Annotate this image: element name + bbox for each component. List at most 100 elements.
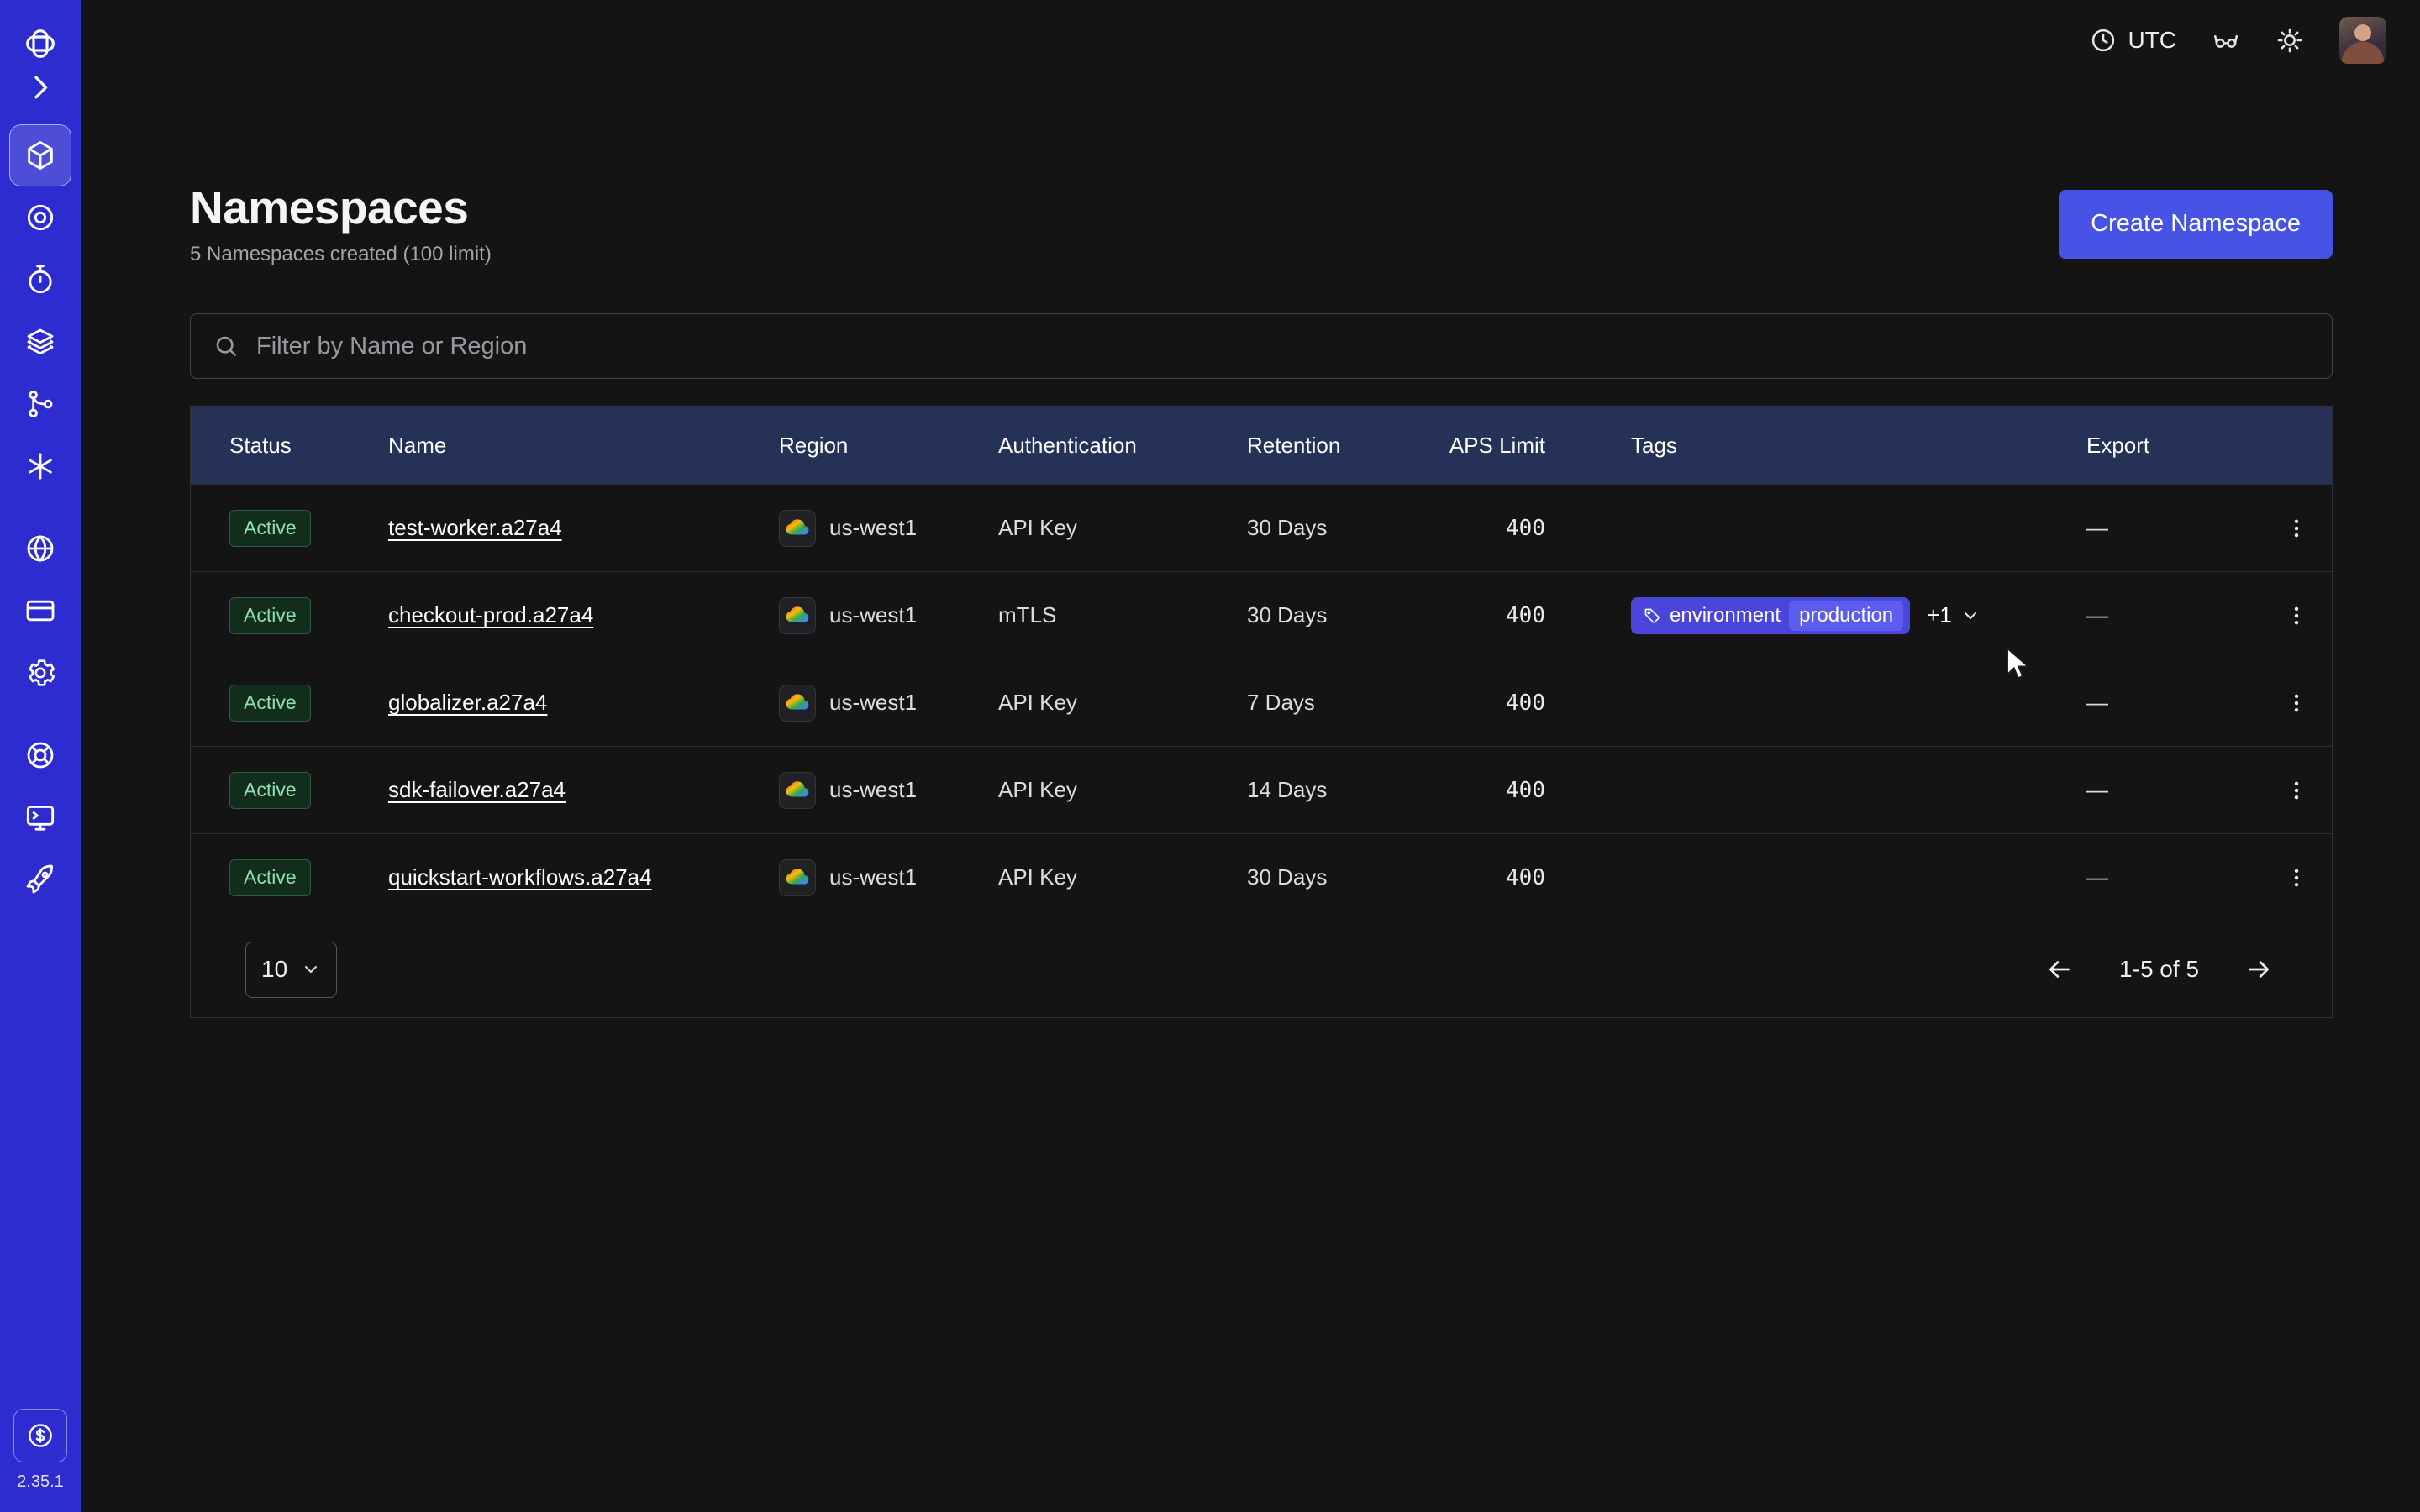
theme-toggle-button[interactable]: [2275, 26, 2304, 55]
sidebar-item-support[interactable]: [9, 724, 71, 786]
export-value: —: [2086, 777, 2258, 803]
tag-icon: [1643, 606, 1661, 625]
rocket-icon: [24, 863, 57, 896]
topbar: UTC: [81, 0, 2420, 81]
main-column: UTC Namespaces 5 Namespaces cr: [81, 0, 2420, 1512]
namespace-link[interactable]: checkout-prod.a27a4: [388, 602, 593, 628]
region-label: us-west1: [829, 864, 917, 890]
row-actions-menu-button[interactable]: [2285, 779, 2308, 802]
sidebar-item-namespaces[interactable]: [9, 124, 71, 186]
pagination: 1-5 of 5: [2045, 955, 2273, 984]
status-badge: Active: [229, 859, 311, 896]
kebab-icon: [2285, 691, 2308, 715]
more-tags-button[interactable]: +1: [1927, 602, 1981, 628]
usage-button[interactable]: [13, 1409, 67, 1462]
search-icon: [213, 333, 239, 360]
kebab-icon: [2285, 517, 2308, 540]
arrow-left-icon: [2045, 955, 2074, 984]
sidebar-item-nexus[interactable]: [9, 435, 71, 497]
google-cloud-icon: [779, 597, 816, 634]
sun-icon: [2275, 26, 2304, 55]
status-badge: Active: [229, 510, 311, 547]
auth-label: API Key: [998, 515, 1247, 541]
auth-label: API Key: [998, 777, 1247, 803]
status-badge: Active: [229, 685, 311, 722]
sidebar-item-cloud[interactable]: [9, 517, 71, 580]
sidebar-item-getting-started[interactable]: [9, 848, 71, 911]
sidebar-item-schedules[interactable]: [9, 249, 71, 311]
table-footer: 10 1-5 of 5: [191, 921, 2332, 1017]
labs-button[interactable]: [2212, 26, 2240, 55]
col-header-tags: Tags: [1631, 433, 2086, 459]
sidebar-item-settings[interactable]: [9, 642, 71, 704]
retention-label: 7 Days: [1247, 690, 1441, 716]
lifebuoy-icon: [24, 738, 57, 772]
auth-label: mTLS: [998, 602, 1247, 628]
arrow-right-icon: [2244, 955, 2273, 984]
page-subtitle: 5 Namespaces created (100 limit): [190, 243, 492, 266]
gear-icon: [24, 656, 57, 690]
row-actions-menu-button[interactable]: [2285, 866, 2308, 890]
aps-limit-value: 400: [1441, 778, 1631, 803]
branch-icon: [24, 387, 57, 421]
credit-card-icon: [24, 594, 57, 627]
sidebar-item-billing[interactable]: [9, 580, 71, 642]
filter-bar: [190, 313, 2333, 379]
row-actions-menu-button[interactable]: [2285, 691, 2308, 715]
kebab-icon: [2285, 866, 2308, 890]
sidebar-item-usage[interactable]: [9, 186, 71, 249]
auth-label: API Key: [998, 864, 1247, 890]
user-avatar[interactable]: [2339, 17, 2386, 64]
sidebar-item-desktop-app[interactable]: [9, 786, 71, 848]
target-icon: [24, 201, 57, 234]
pagination-range: 1-5 of 5: [2119, 956, 2199, 983]
temporal-logo[interactable]: [9, 22, 71, 66]
row-actions-menu-button[interactable]: [2285, 604, 2308, 627]
col-header-export: Export: [2086, 433, 2258, 459]
status-badge: Active: [229, 597, 311, 634]
create-namespace-button[interactable]: Create Namespace: [2059, 190, 2333, 259]
tag-chip[interactable]: environment production: [1631, 597, 1910, 634]
tag-value: production: [1789, 601, 1903, 631]
page-size-select[interactable]: 10: [245, 942, 337, 998]
export-value: —: [2086, 515, 2258, 541]
col-header-aps-limit: APS Limit: [1441, 433, 1631, 459]
timezone-button[interactable]: UTC: [2089, 26, 2176, 55]
region-label: us-west1: [829, 690, 917, 716]
table-row: Active checkout-prod.a27a4 us-west1 mTLS…: [191, 571, 2332, 659]
export-value: —: [2086, 864, 2258, 890]
table-header-row: Status Name Region Authentication Retent…: [191, 407, 2332, 484]
sidebar-item-deployments[interactable]: [9, 311, 71, 373]
stopwatch-icon: [24, 263, 57, 297]
app-root: 2.35.1 UTC: [0, 0, 2420, 1512]
kebab-icon: [2285, 604, 2308, 627]
namespace-link[interactable]: sdk-failover.a27a4: [388, 777, 566, 803]
row-actions-menu-button[interactable]: [2285, 517, 2308, 540]
chevron-right-icon: [24, 71, 57, 104]
status-badge: Active: [229, 772, 311, 809]
namespace-link[interactable]: quickstart-workflows.a27a4: [388, 864, 652, 890]
aps-limit-value: 400: [1441, 690, 1631, 716]
col-header-name: Name: [388, 433, 779, 459]
col-header-retention: Retention: [1247, 433, 1441, 459]
page-header: Namespaces 5 Namespaces created (100 lim…: [190, 181, 2333, 266]
sidebar-item-batch-operations[interactable]: [9, 373, 71, 435]
aps-limit-value: 400: [1441, 865, 1631, 890]
retention-label: 30 Days: [1247, 602, 1441, 628]
table-row: Active quickstart-workflows.a27a4 us-wes…: [191, 833, 2332, 921]
filter-input[interactable]: [255, 332, 2310, 361]
sidebar-expand-button[interactable]: [9, 66, 71, 109]
export-value: —: [2086, 690, 2258, 716]
glasses-icon: [2212, 26, 2240, 55]
next-page-button[interactable]: [2244, 955, 2273, 984]
previous-page-button[interactable]: [2045, 955, 2074, 984]
aps-limit-value: 400: [1441, 603, 1631, 628]
chevron-down-icon: [1960, 606, 1981, 626]
retention-label: 30 Days: [1247, 515, 1441, 541]
google-cloud-icon: [779, 510, 816, 547]
region-label: us-west1: [829, 515, 917, 541]
namespace-link[interactable]: globalizer.a27a4: [388, 690, 547, 716]
tag-key: environment: [1670, 604, 1781, 627]
namespace-link[interactable]: test-worker.a27a4: [388, 515, 562, 541]
region-label: us-west1: [829, 777, 917, 803]
